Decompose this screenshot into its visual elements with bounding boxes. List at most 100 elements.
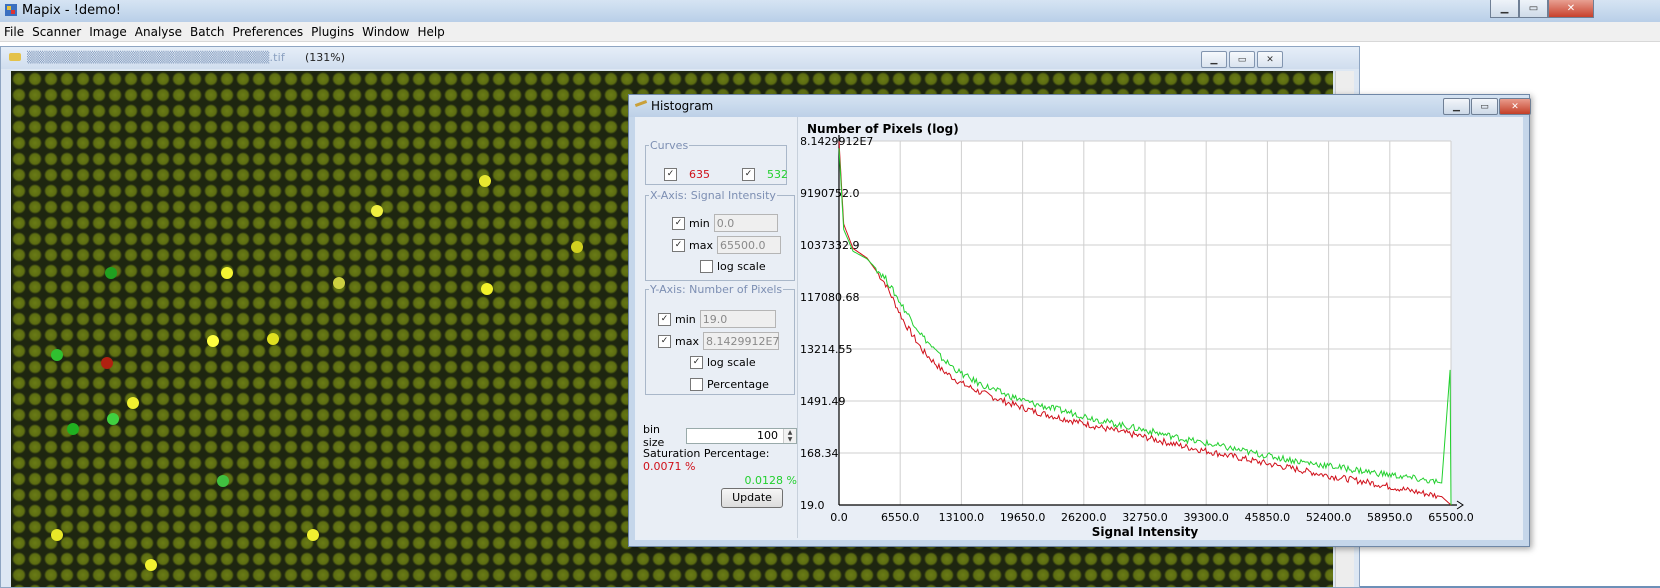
menu-help[interactable]: Help xyxy=(413,25,448,39)
histogram-chart: 0.0 6550.0 13100.0 19650.0 26200.0 32750.0 393… xyxy=(800,117,1521,539)
x-tick-label: 26200.0 xyxy=(1061,511,1107,524)
array-spot xyxy=(307,529,319,541)
curve-532-label: 532 xyxy=(767,168,788,181)
array-spot xyxy=(217,475,229,487)
y-axis-legend: Y-Axis: Number of Pixels xyxy=(650,283,783,296)
menu-window[interactable]: Window xyxy=(358,25,413,39)
x-tick-label: 58950.0 xyxy=(1367,511,1413,524)
array-spot xyxy=(51,529,63,541)
x-max-checkbox[interactable]: ✓ xyxy=(672,238,685,252)
x-axis-group: X-Axis: Signal Intensity ✓ min 0.0 ✓ max… xyxy=(645,189,795,281)
image-window-titlebar[interactable]: ▒▒▒▒▒▒▒▒▒▒▒▒▒▒▒▒▒▒▒▒▒▒▒▒▒▒▒▒.tif (131%) … xyxy=(1,47,1359,69)
histogram-body: Curves ✓ 635 ✓ 532 X-Axis: Signal Intens… xyxy=(635,117,1523,540)
app-title: Mapix - !demo! xyxy=(22,3,121,18)
y-tick-label: 117080.68 xyxy=(801,291,860,304)
x-axis-legend: X-Axis: Signal Intensity xyxy=(650,189,776,202)
chart-title: Number of Pixels (log) xyxy=(807,122,959,136)
histogram-titlebar[interactable]: Histogram ▁ ▭ ✕ xyxy=(629,95,1531,117)
x-min-checkbox[interactable]: ✓ xyxy=(672,216,685,230)
saturation-label: Saturation Percentage: xyxy=(643,447,770,460)
minimize-icon[interactable]: ▁ xyxy=(1443,98,1470,115)
curves-group: Curves ✓ 635 ✓ 532 xyxy=(645,139,788,185)
y-tick-label: 13214.55 xyxy=(801,343,853,356)
image-file-icon xyxy=(9,53,21,61)
app-titlebar: Mapix - !demo! ▁ ▭ ✕ xyxy=(0,0,1660,23)
menu-image[interactable]: Image xyxy=(85,25,131,39)
curves-legend: Curves xyxy=(650,139,689,152)
array-spot xyxy=(481,283,493,295)
x-max-label: max xyxy=(689,238,713,252)
bin-size-spinner[interactable]: 100 ▲ ▼ xyxy=(685,428,797,444)
array-spot xyxy=(145,559,157,571)
image-filename: ▒▒▒▒▒▒▒▒▒▒▒▒▒▒▒▒▒▒▒▒▒▒▒▒▒▒▒▒.tif xyxy=(27,51,286,64)
y-min-field[interactable]: 19.0 xyxy=(699,310,776,328)
y-tick-label: 19.0 xyxy=(801,499,825,512)
array-spot xyxy=(101,357,113,369)
y-tick-label: 168.34 xyxy=(801,447,839,460)
maximize-icon[interactable]: ▭ xyxy=(1471,98,1498,115)
x-tick-label: 0.0 xyxy=(830,511,848,524)
array-spot xyxy=(479,175,491,187)
x-tick-label: 39300.0 xyxy=(1183,511,1229,524)
close-icon[interactable]: ✕ xyxy=(1499,98,1531,115)
maximize-icon[interactable]: ▭ xyxy=(1519,0,1548,18)
histogram-settings-panel: Curves ✓ 635 ✓ 532 X-Axis: Signal Intens… xyxy=(637,117,798,538)
array-spot xyxy=(333,277,345,289)
histogram-chart-svg: 0.0 6550.0 13100.0 19650.0 26200.0 32750.0 393… xyxy=(800,122,1474,539)
x-tick-label: 65500.0 xyxy=(1428,511,1474,524)
menu-bar: File Scanner Image Analyse Batch Prefere… xyxy=(0,22,1660,42)
minimize-icon[interactable]: ▁ xyxy=(1201,51,1227,68)
x-max-field[interactable]: 65500.0 xyxy=(716,236,781,254)
percentage-label: Percentage xyxy=(707,378,769,391)
y-max-field[interactable]: 8.1429912E7 xyxy=(702,332,779,350)
y-log-scale-label: log scale xyxy=(707,356,756,369)
close-icon[interactable]: ✕ xyxy=(1548,0,1594,18)
close-icon[interactable]: ✕ xyxy=(1257,51,1283,68)
y-min-checkbox[interactable]: ✓ xyxy=(658,312,671,326)
bin-size-row: bin size 100 ▲ ▼ xyxy=(643,423,797,449)
menu-scanner[interactable]: Scanner xyxy=(28,25,85,39)
x-axis-title: Signal Intensity xyxy=(1092,525,1199,539)
y-log-scale-checkbox[interactable]: ✓ xyxy=(690,356,703,369)
array-spot xyxy=(67,423,79,435)
x-min-field[interactable]: 0.0 xyxy=(713,214,778,232)
x-tick-label: 52400.0 xyxy=(1306,511,1352,524)
histogram-window[interactable]: Histogram ▁ ▭ ✕ Curves ✓ 635 ✓ 532 X-Axi… xyxy=(628,94,1531,547)
x-axis-arrow-icon xyxy=(1456,500,1464,510)
percentage-checkbox[interactable] xyxy=(690,378,703,391)
curve-635-checkbox[interactable]: ✓ xyxy=(664,168,677,181)
menu-analyse[interactable]: Analyse xyxy=(131,25,186,39)
y-axis-group: Y-Axis: Number of Pixels ✓ min 19.0 ✓ ma… xyxy=(645,283,795,395)
y-tick-label: 9190752.0 xyxy=(801,187,860,200)
saturation-532-value: 0.0128 % xyxy=(744,474,797,487)
spinner-arrows-icon[interactable]: ▲ ▼ xyxy=(783,429,796,443)
saturation-block: Saturation Percentage: 0.0071 % 0.0128 % xyxy=(643,447,797,487)
histogram-window-icon xyxy=(634,100,648,107)
x-tick-label: 19650.0 xyxy=(1000,511,1046,524)
menu-preferences[interactable]: Preferences xyxy=(229,25,308,39)
curve-635-label: 635 xyxy=(689,168,710,181)
minimize-icon[interactable]: ▁ xyxy=(1490,0,1519,18)
x-log-scale-label: log scale xyxy=(717,260,766,273)
y-max-checkbox[interactable]: ✓ xyxy=(658,334,671,348)
menu-file[interactable]: File xyxy=(0,25,28,39)
menu-plugins[interactable]: Plugins xyxy=(307,25,358,39)
menu-batch[interactable]: Batch xyxy=(186,25,229,39)
y-min-label: min xyxy=(675,312,696,326)
x-tick-label: 45850.0 xyxy=(1245,511,1291,524)
array-spot xyxy=(107,413,119,425)
bin-size-value: 100 xyxy=(757,429,778,442)
array-spot xyxy=(267,333,279,345)
saturation-635-value: 0.0071 % xyxy=(643,460,696,473)
array-spot xyxy=(371,205,383,217)
update-button[interactable]: Update xyxy=(721,488,783,508)
array-spot xyxy=(207,335,219,347)
array-spot xyxy=(51,349,63,361)
x-min-label: min xyxy=(689,216,710,230)
array-spot xyxy=(571,241,583,253)
maximize-icon[interactable]: ▭ xyxy=(1229,51,1255,68)
curve-532-checkbox[interactable]: ✓ xyxy=(742,168,755,181)
x-log-scale-checkbox[interactable] xyxy=(700,260,713,273)
histogram-title: Histogram xyxy=(651,99,714,113)
y-max-label: max xyxy=(675,334,699,348)
